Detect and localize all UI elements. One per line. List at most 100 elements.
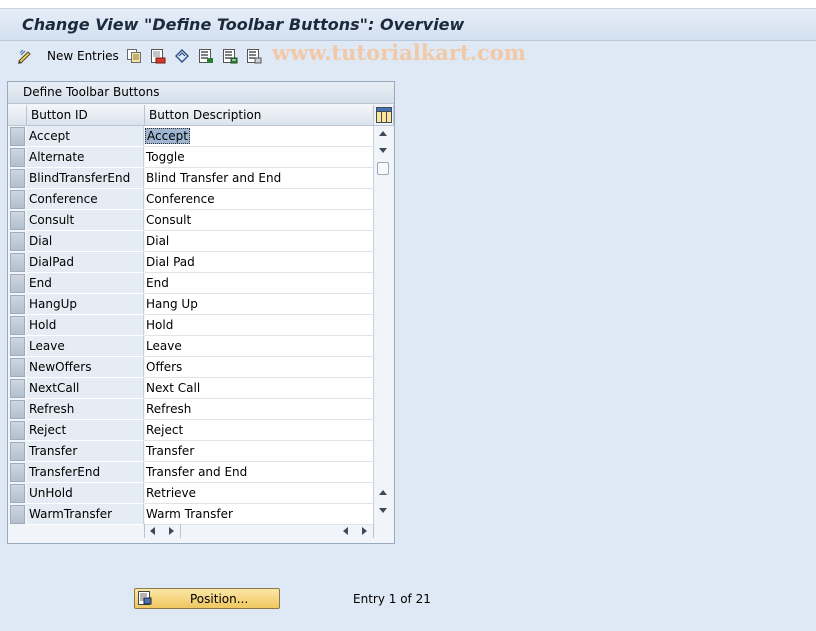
edit-toggle-icon	[18, 49, 31, 64]
row-selector[interactable]	[10, 232, 25, 251]
scroll-page-down-icon[interactable]	[379, 508, 387, 513]
select-all-rows-header[interactable]	[8, 105, 27, 126]
table-settings-button[interactable]	[374, 105, 394, 126]
button-description-field[interactable]: Hold	[145, 315, 374, 336]
button-description-field[interactable]: Transfer	[145, 441, 374, 462]
button-id-cell: Accept	[27, 126, 144, 147]
scroll-left-icon[interactable]	[343, 527, 348, 535]
position-button-label: Position...	[190, 592, 249, 606]
table-row: Transfer Transfer	[8, 441, 374, 462]
button-description-text: Refresh	[146, 402, 192, 416]
button-id-text: UnHold	[29, 486, 73, 500]
button-description-field[interactable]: Conference	[145, 189, 374, 210]
button-id-cell: Leave	[27, 336, 144, 357]
new-entries-button[interactable]: New Entries	[41, 47, 119, 65]
row-selector[interactable]	[10, 337, 25, 356]
button-id-text: NewOffers	[29, 360, 92, 374]
position-button[interactable]: Position...	[134, 588, 280, 609]
scroll-page-up-icon[interactable]	[379, 490, 387, 495]
row-selector[interactable]	[10, 442, 25, 461]
row-selector[interactable]	[10, 379, 25, 398]
button-description-text: Warm Transfer	[146, 507, 233, 521]
row-selector[interactable]	[10, 295, 25, 314]
button-id-text: BlindTransferEnd	[29, 171, 131, 185]
row-selector[interactable]	[10, 169, 25, 188]
button-description-text: Leave	[146, 339, 182, 353]
button-description-field[interactable]: Hang Up	[145, 294, 374, 315]
row-selector[interactable]	[10, 316, 25, 335]
button-description-field[interactable]: Transfer and End	[145, 462, 374, 483]
row-selector[interactable]	[10, 148, 25, 167]
table-row: Conference Conference	[8, 189, 374, 210]
scrollbar-separator	[144, 524, 145, 538]
delete-button[interactable]	[150, 47, 166, 65]
button-id-cell: DialPad	[27, 252, 144, 273]
title-bar: Change View "Define Toolbar Buttons": Ov…	[0, 9, 816, 41]
table-row: Leave Leave	[8, 336, 374, 357]
select-block-button[interactable]	[222, 47, 238, 65]
button-description-field[interactable]: Leave	[145, 336, 374, 357]
button-id-text: Consult	[29, 213, 75, 227]
copy-button[interactable]	[126, 47, 142, 65]
table-row: NewOffers Offers	[8, 357, 374, 378]
button-description-text: Blind Transfer and End	[146, 171, 282, 185]
row-selector[interactable]	[10, 358, 25, 377]
scrollbar-separator	[180, 524, 181, 538]
button-description-field[interactable]: Blind Transfer and End	[145, 168, 374, 189]
button-description-text: Dial Pad	[146, 255, 195, 269]
table-title: Define Toolbar Buttons	[23, 85, 160, 99]
row-selector[interactable]	[10, 400, 25, 419]
button-id-cell: TransferEnd	[27, 462, 144, 483]
select-block-icon	[223, 49, 238, 64]
button-description-field[interactable]: Dial Pad	[145, 252, 374, 273]
undo-button[interactable]	[174, 47, 190, 65]
scroll-right-icon[interactable]	[169, 527, 174, 535]
button-description-field[interactable]: Next Call	[145, 378, 374, 399]
table-row: Refresh Refresh	[8, 399, 374, 420]
row-selector[interactable]	[10, 253, 25, 272]
row-selector[interactable]	[10, 421, 25, 440]
button-description-field[interactable]: Consult	[145, 210, 374, 231]
column-header-button-description[interactable]: Button Description	[145, 105, 374, 126]
vertical-scrollbar[interactable]	[374, 126, 393, 520]
button-id-cell: NewOffers	[27, 357, 144, 378]
new-entries-label: New Entries	[47, 49, 119, 63]
button-description-field[interactable]: Reject	[145, 420, 374, 441]
deselect-all-button[interactable]	[246, 47, 262, 65]
scroll-down-icon[interactable]	[379, 148, 387, 153]
button-id-cell: Hold	[27, 315, 144, 336]
button-id-text: Refresh	[29, 402, 75, 416]
button-description-field[interactable]: Accept	[145, 126, 374, 147]
table-settings-icon	[376, 107, 392, 123]
row-selector[interactable]	[10, 463, 25, 482]
edit-toggle-button[interactable]	[17, 47, 33, 65]
button-description-field[interactable]: Dial	[145, 231, 374, 252]
row-selector[interactable]	[10, 274, 25, 293]
row-selector[interactable]	[10, 127, 25, 146]
scroll-thumb[interactable]	[377, 162, 389, 175]
select-all-button[interactable]	[198, 47, 214, 65]
table-row: Consult Consult	[8, 210, 374, 231]
button-id-text: Hold	[29, 318, 57, 332]
button-description-field[interactable]: Refresh	[145, 399, 374, 420]
table-row: UnHold Retrieve	[8, 483, 374, 504]
row-selector[interactable]	[10, 484, 25, 503]
button-description-text: Transfer	[146, 444, 195, 458]
button-description-field[interactable]: Retrieve	[145, 483, 374, 504]
table-row: End End	[8, 273, 374, 294]
column-header-button-id[interactable]: Button ID	[27, 105, 145, 126]
watermark: www.tutorialkart.com	[272, 40, 526, 65]
button-description-text: Hold	[146, 318, 174, 332]
scroll-right-icon[interactable]	[362, 527, 367, 535]
scroll-up-icon[interactable]	[379, 131, 387, 136]
button-id-cell: Transfer	[27, 441, 144, 462]
button-description-field[interactable]: Toggle	[145, 147, 374, 168]
row-selector[interactable]	[10, 211, 25, 230]
button-description-field[interactable]: End	[145, 273, 374, 294]
row-selector[interactable]	[10, 190, 25, 209]
scroll-left-icon[interactable]	[150, 527, 155, 535]
button-id-cell: Dial	[27, 231, 144, 252]
button-description-field[interactable]: Offers	[145, 357, 374, 378]
button-id-cell: Reject	[27, 420, 144, 441]
button-id-text: TransferEnd	[29, 465, 101, 479]
